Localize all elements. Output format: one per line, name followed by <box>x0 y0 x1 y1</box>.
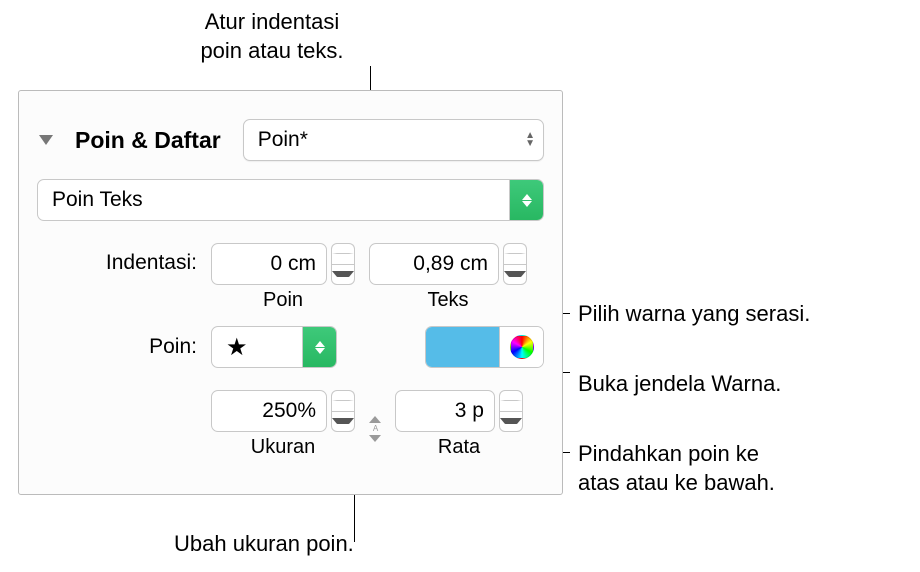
bullet-type-popup[interactable]: Poin Teks <box>37 179 544 221</box>
popup-arrows-icon <box>302 327 336 367</box>
popup-label: Poin Teks <box>52 188 509 212</box>
bullet-indent-stepper[interactable] <box>211 243 355 285</box>
bullet-color-well[interactable] <box>425 326 544 368</box>
bullet-glyph-label: Poin: <box>37 335 197 359</box>
color-swatch[interactable] <box>426 327 499 367</box>
callout-indent: Atur indentasi poin atau teks. <box>172 8 372 65</box>
color-wheel-button[interactable] <box>499 327 543 367</box>
bullet-glyph-popup[interactable]: ★ <box>211 326 337 368</box>
stepper-buttons[interactable] <box>499 390 523 432</box>
stepper-buttons[interactable] <box>331 243 355 285</box>
popup-label: Poin* <box>258 128 308 152</box>
align-stepper[interactable] <box>395 390 523 432</box>
section-title: Poin & Daftar <box>75 127 221 154</box>
size-input[interactable] <box>211 390 327 432</box>
text-indent-stepper[interactable] <box>369 243 527 285</box>
disclosure-triangle-icon[interactable] <box>39 135 53 145</box>
bullets-lists-panel: Poin & Daftar Poin* ▲▼ Poin Teks Indenta… <box>18 90 563 495</box>
popup-arrows-icon <box>509 180 543 220</box>
size-sublabel: Ukuran <box>251 436 315 459</box>
chevron-updown-icon: ▲▼ <box>525 133 535 147</box>
stepper-buttons[interactable] <box>503 243 527 285</box>
callout-size: Ubah ukuran poin. <box>174 530 354 559</box>
stepper-buttons[interactable] <box>331 390 355 432</box>
color-wheel-icon <box>510 335 534 359</box>
bullet-glyph-icon: ★ <box>226 333 302 362</box>
text-indent-sublabel: Teks <box>427 289 468 312</box>
baseline-shift-icon: A <box>369 408 381 442</box>
align-input[interactable] <box>395 390 495 432</box>
bullet-indent-sublabel: Poin <box>263 289 303 312</box>
callout-color-wheel: Buka jendela Warna. <box>578 370 781 399</box>
size-stepper[interactable] <box>211 390 355 432</box>
align-sublabel: Rata <box>438 436 480 459</box>
bullet-indent-input[interactable] <box>211 243 327 285</box>
list-style-popup[interactable]: Poin* ▲▼ <box>243 119 544 161</box>
indent-label: Indentasi: <box>37 243 197 275</box>
text-indent-input[interactable] <box>369 243 499 285</box>
callout-color-swatch: Pilih warna yang serasi. <box>578 300 810 329</box>
callout-align: Pindahkan poin ke atas atau ke bawah. <box>578 440 775 497</box>
